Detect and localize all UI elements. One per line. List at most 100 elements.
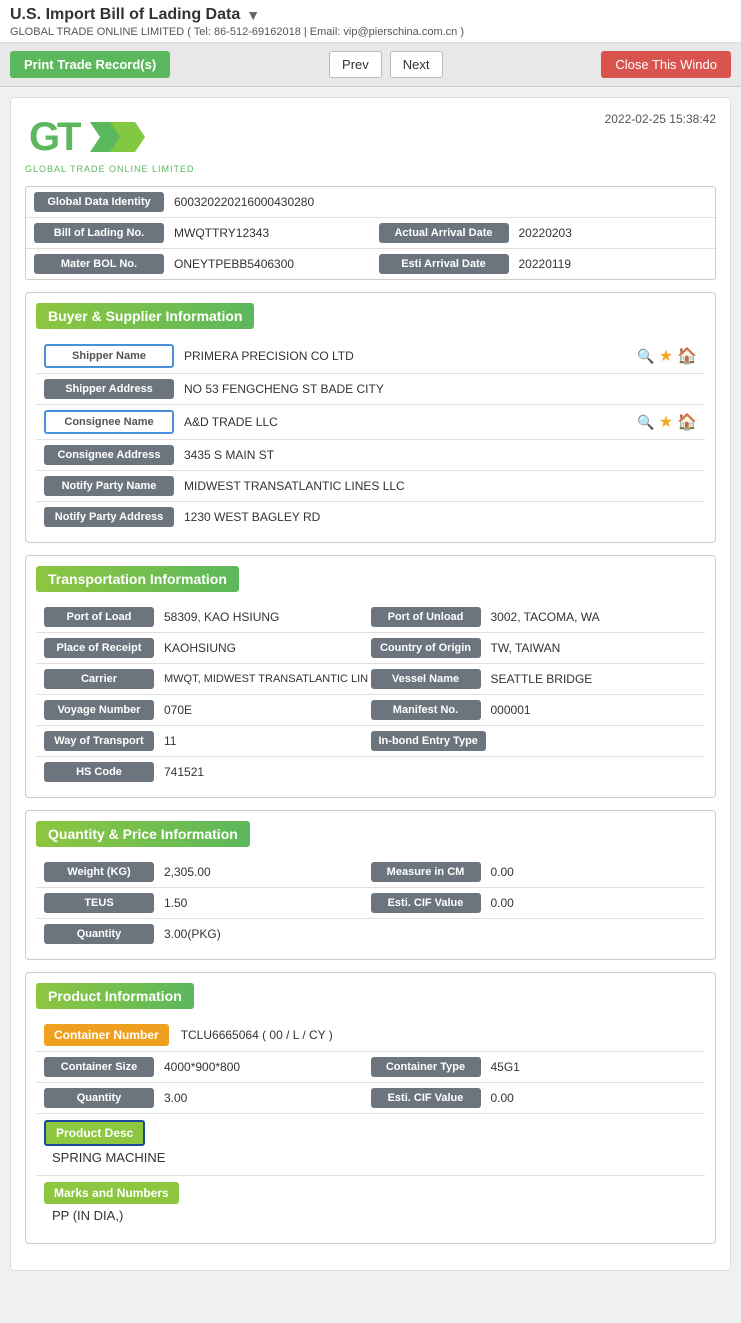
next-button[interactable]: Next: [390, 51, 443, 78]
carrier-value: MWQT, MIDWEST TRANSATLANTIC LIN: [154, 673, 368, 685]
esti-cif-value: 0.00: [481, 896, 514, 910]
esti-arrival-value: 20220119: [509, 257, 572, 271]
logo-subtitle: GLOBAL TRADE ONLINE LIMITED: [25, 164, 195, 174]
product-cif-cell: Esti. CIF Value 0.00: [371, 1088, 698, 1108]
prev-button[interactable]: Prev: [329, 51, 382, 78]
shipper-address-label: Shipper Address: [44, 379, 174, 399]
hs-code-row: HS Code 741521: [36, 757, 705, 787]
carrier-cell: Carrier MWQT, MIDWEST TRANSATLANTIC LIN: [44, 669, 371, 689]
manifest-label: Manifest No.: [371, 700, 481, 720]
global-data-label: Global Data Identity: [34, 192, 164, 212]
dropdown-arrow-icon[interactable]: ▼: [246, 7, 260, 23]
title-text: U.S. Import Bill of Lading Data: [10, 6, 240, 24]
port-load-value: 58309, KAO HSIUNG: [154, 610, 279, 624]
way-transport-label: Way of Transport: [44, 731, 154, 751]
notify-party-address-row: Notify Party Address 1230 WEST BAGLEY RD: [36, 502, 705, 532]
weight-label: Weight (KG): [44, 862, 154, 882]
manifest-cell: Manifest No. 000001: [371, 700, 698, 720]
star-icon[interactable]: ★: [659, 346, 673, 366]
inbond-cell: In-bond Entry Type: [371, 731, 698, 751]
consignee-name-row: Consignee Name A&D TRADE LLC 🔍 ★ 🏠: [36, 405, 705, 440]
carrier-vessel-row: Carrier MWQT, MIDWEST TRANSATLANTIC LIN …: [36, 664, 705, 695]
manifest-value: 000001: [481, 703, 531, 717]
master-bol-row: Mater BOL No. ONEYTPEBB5406300 Esti Arri…: [26, 249, 715, 279]
doc-header: G T GLOBAL TRADE ONLINE LIMITED 2022-02-…: [25, 112, 716, 174]
port-unload-label: Port of Unload: [371, 607, 481, 627]
inbond-label: In-bond Entry Type: [371, 731, 486, 751]
global-data-value: 600320220216000430280: [164, 195, 314, 209]
marks-button[interactable]: Marks and Numbers: [44, 1182, 179, 1204]
teus-value: 1.50: [154, 896, 187, 910]
consignee-address-value: 3435 S MAIN ST: [174, 448, 274, 462]
consignee-home-icon[interactable]: 🏠: [677, 412, 697, 432]
shipper-name-row: Shipper Name PRIMERA PRECISION CO LTD 🔍 …: [36, 339, 705, 374]
container-size-type-row: Container Size 4000*900*800 Container Ty…: [36, 1052, 705, 1083]
page-title: U.S. Import Bill of Lading Data ▼: [10, 6, 731, 24]
teus-cell: TEUS 1.50: [44, 893, 371, 913]
master-bol-value: ONEYTPEBB5406300: [164, 257, 294, 271]
shipper-name-value: PRIMERA PRECISION CO LTD: [174, 349, 629, 363]
esti-arrival-cell: Esti Arrival Date 20220119: [371, 249, 716, 279]
country-origin-cell: Country of Origin TW, TAIWAN: [371, 638, 698, 658]
svg-text:G: G: [29, 115, 60, 159]
esti-arrival-label: Esti Arrival Date: [379, 254, 509, 274]
vessel-cell: Vessel Name SEATTLE BRIDGE: [371, 669, 698, 689]
voyage-label: Voyage Number: [44, 700, 154, 720]
place-receipt-value: KAOHSIUNG: [154, 641, 236, 655]
measure-label: Measure in CM: [371, 862, 481, 882]
consignee-icons: 🔍 ★ 🏠: [637, 412, 697, 432]
close-button[interactable]: Close This Windo: [601, 51, 731, 78]
transportation-section: Transportation Information Port of Load …: [25, 555, 716, 798]
place-receipt-label: Place of Receipt: [44, 638, 154, 658]
doc-date: 2022-02-25 15:38:42: [605, 112, 716, 126]
toolbar: Print Trade Record(s) Prev Next Close Th…: [0, 43, 741, 87]
container-number-button[interactable]: Container Number: [44, 1024, 169, 1046]
voyage-manifest-row: Voyage Number 070E Manifest No. 000001: [36, 695, 705, 726]
product-desc-button[interactable]: Product Desc: [44, 1120, 145, 1146]
esti-cif-cell: Esti. CIF Value 0.00: [371, 893, 698, 913]
home-icon[interactable]: 🏠: [677, 346, 697, 366]
carrier-label: Carrier: [44, 669, 154, 689]
quantity-price-title: Quantity & Price Information: [36, 821, 250, 847]
product-quantity-cell: Quantity 3.00: [44, 1088, 371, 1108]
notify-party-address-label: Notify Party Address: [44, 507, 174, 527]
esti-cif-label: Esti. CIF Value: [371, 893, 481, 913]
bol-cell: Bill of Lading No. MWQTTRY12343: [26, 218, 371, 248]
notify-party-name-label: Notify Party Name: [44, 476, 174, 496]
consignee-star-icon[interactable]: ★: [659, 412, 673, 432]
measure-value: 0.00: [481, 865, 514, 879]
marks-row: Marks and Numbers PP (IN DIA,): [36, 1176, 705, 1233]
port-load-cell: Port of Load 58309, KAO HSIUNG: [44, 607, 371, 627]
notify-party-address-value: 1230 WEST BAGLEY RD: [174, 510, 320, 524]
port-load-label: Port of Load: [44, 607, 154, 627]
marks-value: PP (IN DIA,): [44, 1204, 697, 1227]
port-unload-value: 3002, TACOMA, WA: [481, 610, 600, 624]
port-unload-cell: Port of Unload 3002, TACOMA, WA: [371, 607, 698, 627]
print-button[interactable]: Print Trade Record(s): [10, 51, 170, 78]
product-quantity-value: 3.00: [154, 1091, 187, 1105]
bol-row: Bill of Lading No. MWQTTRY12343 Actual A…: [26, 218, 715, 249]
gto-logo: G T: [25, 112, 145, 162]
master-bol-label: Mater BOL No.: [34, 254, 164, 274]
actual-arrival-cell: Actual Arrival Date 20220203: [371, 218, 716, 248]
hs-code-value: 741521: [154, 765, 204, 779]
measure-cell: Measure in CM 0.00: [371, 862, 698, 882]
global-data-row: Global Data Identity 6003202202160004302…: [26, 187, 715, 218]
receipt-origin-row: Place of Receipt KAOHSIUNG Country of Or…: [36, 633, 705, 664]
consignee-address-row: Consignee Address 3435 S MAIN ST: [36, 440, 705, 471]
weight-measure-row: Weight (KG) 2,305.00 Measure in CM 0.00: [36, 857, 705, 888]
top-bar: U.S. Import Bill of Lading Data ▼ GLOBAL…: [0, 0, 741, 43]
container-size-label: Container Size: [44, 1057, 154, 1077]
container-type-value: 45G1: [481, 1060, 520, 1074]
container-type-cell: Container Type 45G1: [371, 1057, 698, 1077]
shipper-address-row: Shipper Address NO 53 FENGCHENG ST BADE …: [36, 374, 705, 405]
transportation-title: Transportation Information: [36, 566, 239, 592]
product-desc-row: Product Desc SPRING MACHINE: [36, 1114, 705, 1176]
consignee-search-icon[interactable]: 🔍: [637, 414, 654, 431]
global-data-cell: Global Data Identity 6003202202160004302…: [26, 187, 715, 217]
shipper-icons: 🔍 ★ 🏠: [637, 346, 697, 366]
bol-value: MWQTTRY12343: [164, 226, 269, 240]
container-number-value: TCLU6665064 ( 00 / L / CY ): [169, 1028, 333, 1042]
search-icon[interactable]: 🔍: [637, 348, 654, 365]
quantity-row: Quantity 3.00(PKG): [36, 919, 705, 949]
